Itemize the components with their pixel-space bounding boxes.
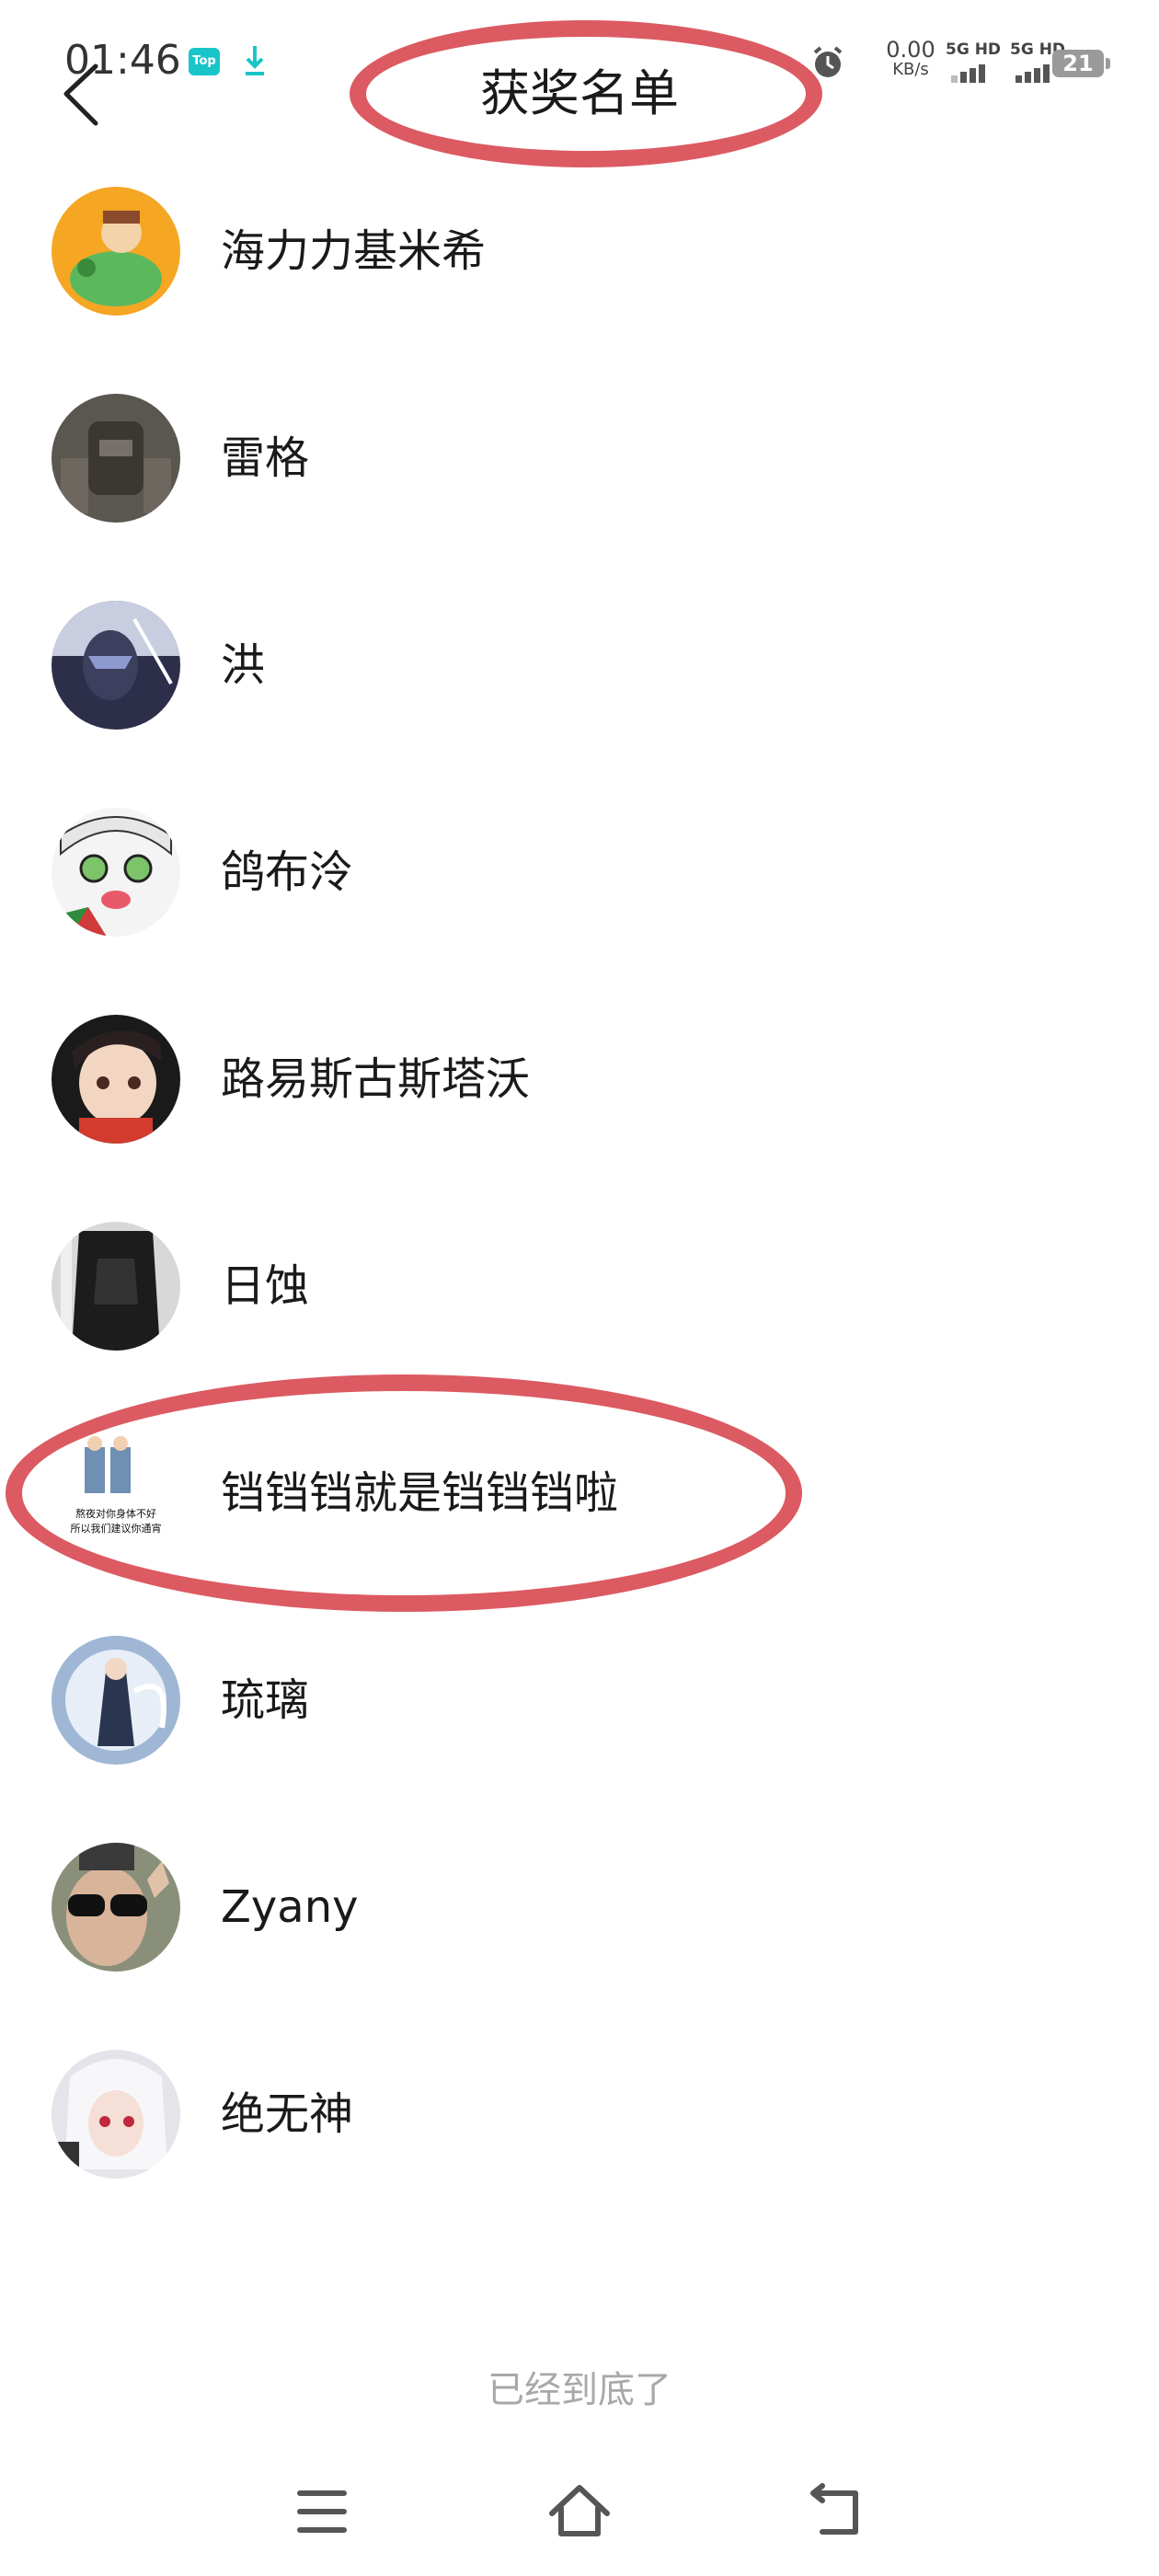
winner-name: 日蚀 bbox=[221, 1260, 310, 1312]
winner-row[interactable]: 路易斯古斯塔沃 bbox=[0, 961, 1159, 1144]
winner-name: 鸽布泠 bbox=[221, 846, 354, 898]
winner-row[interactable]: 鸽布泠 bbox=[0, 754, 1159, 937]
avatar bbox=[52, 1843, 180, 1972]
sim1-signal-icon: 5G HD bbox=[946, 40, 1004, 83]
alarm-icon bbox=[813, 46, 843, 77]
winner-name: 雷格 bbox=[221, 432, 310, 484]
avatar bbox=[52, 1015, 180, 1144]
avatar bbox=[52, 808, 180, 937]
end-of-list-note: 已经到底了 bbox=[488, 2369, 671, 2411]
winner-row[interactable]: 琉璃 bbox=[0, 1582, 1159, 1765]
avatar bbox=[52, 601, 180, 730]
winner-name: 绝无神 bbox=[221, 2088, 354, 2140]
winner-name: 路易斯古斯塔沃 bbox=[221, 1053, 531, 1105]
net-speed-value: 0.00 bbox=[886, 37, 935, 63]
avatar bbox=[52, 2050, 180, 2179]
winner-name: Zyany bbox=[221, 1881, 359, 1933]
page-title: 获奖名单 bbox=[480, 64, 679, 122]
winner-row[interactable]: 熬夜对你身体不好 所以我们建议你通宵 铛铛铛就是铛铛铛啦 bbox=[0, 1375, 1159, 1558]
net-speed-unit: KB/s bbox=[892, 60, 929, 79]
avatar bbox=[52, 1636, 180, 1765]
home-icon[interactable] bbox=[534, 2466, 625, 2558]
menu-icon[interactable] bbox=[276, 2466, 368, 2558]
avatar bbox=[52, 187, 180, 316]
winner-row[interactable]: 日蚀 bbox=[0, 1168, 1159, 1351]
winner-row[interactable]: 洪 bbox=[0, 547, 1159, 730]
svg-text:熬夜对你身体不好: 熬夜对你身体不好 bbox=[75, 1507, 156, 1520]
download-icon bbox=[246, 46, 264, 75]
winner-row[interactable]: 雷格 bbox=[0, 340, 1159, 523]
winner-row[interactable]: Zyany bbox=[0, 1789, 1159, 1972]
winner-row[interactable]: 海力力基米希 bbox=[0, 133, 1159, 316]
winner-name: 铛铛铛就是铛铛铛啦 bbox=[221, 1467, 619, 1519]
winner-row[interactable]: 绝无神 bbox=[0, 1996, 1159, 2179]
winner-name: 洪 bbox=[221, 639, 266, 691]
back-nav-icon[interactable] bbox=[791, 2466, 883, 2558]
winner-name: 海力力基米希 bbox=[221, 225, 487, 277]
back-arrow-icon[interactable] bbox=[55, 57, 110, 131]
battery-icon: 21 bbox=[1052, 50, 1110, 77]
svg-text:所以我们建议你通宵: 所以我们建议你通宵 bbox=[71, 1522, 162, 1535]
sim1-label: 5G HD bbox=[946, 40, 1002, 59]
app-badge-icon: Top bbox=[189, 48, 220, 75]
avatar bbox=[52, 394, 180, 523]
system-nav-bar bbox=[0, 2466, 1159, 2558]
net-speed: 0.00 KB/s bbox=[872, 39, 949, 79]
winner-name: 琉璃 bbox=[221, 1674, 310, 1726]
avatar: 熬夜对你身体不好 所以我们建议你通宵 bbox=[52, 1429, 180, 1558]
avatar bbox=[52, 1222, 180, 1351]
